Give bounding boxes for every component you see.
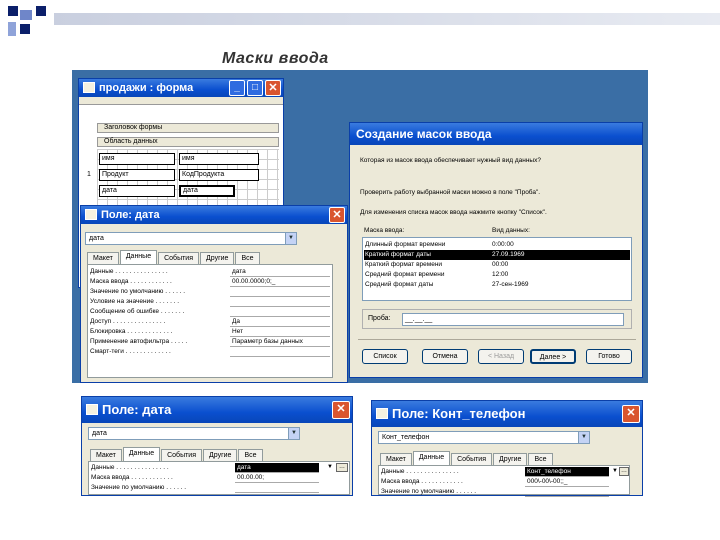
cancel-button[interactable]: Отмена: [422, 349, 468, 364]
next-button[interactable]: Далее >: [530, 349, 576, 364]
tab-data[interactable]: Данные: [412, 451, 451, 465]
property-row[interactable]: Условие на значение . . . . . . .: [88, 297, 332, 307]
list-item[interactable]: Длинный формат времени 0:00:00: [364, 240, 630, 250]
property-row[interactable]: Сообщение об ошибке . . . . . . .: [88, 307, 332, 317]
field-phone-titlebar[interactable]: Поле: Конт_телефон ✕: [372, 401, 642, 427]
property-row[interactable]: Блокировка . . . . . . . . . . . . . Нет: [88, 327, 332, 337]
tab-layout[interactable]: Макет: [380, 453, 412, 465]
list-item[interactable]: Средний формат времени 12:00: [364, 270, 630, 280]
property-sheet: Данные . . . . . . . . . . . . . . . дата…: [88, 461, 350, 495]
tab-all[interactable]: Все: [528, 453, 553, 465]
property-row[interactable]: Смарт-теги . . . . . . . . . . . . .: [88, 347, 332, 357]
property-row[interactable]: Маска ввода . . . . . . . . . . . . 00.00…: [89, 473, 349, 483]
tab-data[interactable]: Данные: [122, 447, 161, 461]
form-control-row[interactable]: Продукт: [99, 169, 175, 181]
wizard-check-text: Проверить работу выбранной маски можно в…: [360, 189, 541, 196]
finish-button[interactable]: Готово: [586, 349, 632, 364]
tab-all[interactable]: Все: [235, 252, 260, 264]
wizard-question: Которая из масок ввода обеспечивает нужн…: [360, 157, 541, 164]
property-row[interactable]: Маска ввода . . . . . . . . . . . . 000\-…: [379, 477, 629, 487]
object-combo[interactable]: дата ▼: [88, 427, 300, 440]
close-button[interactable]: ✕: [329, 207, 345, 223]
tab-other[interactable]: Другие: [493, 453, 528, 465]
tab-all[interactable]: Все: [238, 449, 263, 461]
wizard-titlebar[interactable]: Создание масок ввода: [350, 123, 642, 145]
property-tabs: Макет Данные События Другие Все: [380, 451, 554, 465]
builder-button[interactable]: …: [619, 467, 629, 476]
form-control-row[interactable]: дата: [99, 185, 175, 197]
list-item[interactable]: Средний формат даты 27-сен-1969: [364, 280, 630, 290]
object-combo[interactable]: дата ▼: [85, 232, 297, 245]
close-button[interactable]: ✕: [332, 401, 350, 419]
tab-other[interactable]: Другие: [203, 449, 238, 461]
chevron-down-icon: ▼: [578, 432, 589, 443]
close-button[interactable]: ✕: [265, 80, 281, 96]
minimize-button[interactable]: _: [229, 80, 245, 96]
section-header[interactable]: Заголовок формы: [97, 123, 279, 133]
properties-icon: [85, 209, 97, 220]
tab-layout[interactable]: Макет: [87, 252, 119, 264]
property-tabs: Макет Данные События Другие Все: [90, 447, 264, 461]
field-phone-properties: Поле: Конт_телефон ✕ Конт_телефон ▼ Макет…: [371, 400, 643, 497]
input-mask-wizard: Создание масок ввода Которая из масок вв…: [349, 122, 643, 378]
form-control-row[interactable]: КодПродукта: [179, 169, 259, 181]
chevron-down-icon: ▼: [288, 428, 299, 439]
property-row[interactable]: Значение по умолчанию . . . . . .: [89, 483, 349, 493]
property-row[interactable]: Данные . . . . . . . . . . . . . . . дата: [88, 267, 332, 277]
builder-button[interactable]: …: [336, 463, 348, 472]
row-number: 1: [87, 171, 91, 178]
tab-events[interactable]: События: [161, 449, 203, 461]
try-label: Проба:: [368, 315, 391, 322]
decor-line: [54, 13, 720, 25]
field-date-2-titlebar[interactable]: Поле: дата ✕: [82, 397, 352, 423]
property-row[interactable]: Доступ . . . . . . . . . . . . . . . Да: [88, 317, 332, 327]
field-date-properties: Поле: дата ✕ дата ▼ Макет Данные События …: [80, 205, 348, 383]
list-button[interactable]: Список: [362, 349, 408, 364]
back-button[interactable]: < Назад: [478, 349, 524, 364]
form-control-row[interactable]: дата: [179, 185, 235, 197]
properties-icon: [376, 408, 388, 419]
property-row[interactable]: Данные . . . . . . . . . . . . . . . Конт…: [379, 467, 629, 477]
col-mask-header: Маска ввода:: [364, 227, 405, 234]
form-icon: [83, 82, 95, 93]
properties-icon: [86, 404, 98, 415]
close-button[interactable]: ✕: [622, 405, 640, 423]
field-date-titlebar[interactable]: Поле: дата ✕: [81, 206, 347, 224]
tab-data[interactable]: Данные: [119, 250, 158, 264]
list-item-selected[interactable]: Краткий формат даты 27.09.1969: [364, 250, 630, 260]
maximize-button[interactable]: □: [247, 80, 263, 96]
section-data[interactable]: Область данных: [97, 137, 279, 147]
slide-title: Маски ввода: [222, 50, 329, 67]
col-view-header: Вид данных:: [492, 227, 530, 234]
mask-list[interactable]: Длинный формат времени 0:00:00 Краткий фо…: [362, 237, 632, 301]
form-control-row[interactable]: имя: [99, 153, 175, 165]
property-tabs: Макет Данные События Другие Все: [87, 250, 261, 264]
property-row[interactable]: Маска ввода . . . . . . . . . . . . 00.00…: [88, 277, 332, 287]
tab-events[interactable]: События: [158, 252, 200, 264]
property-sheet: Данные . . . . . . . . . . . . . . . дата…: [87, 264, 333, 378]
property-row[interactable]: Применение автофильтра . . . . . Параметр…: [88, 337, 332, 347]
property-row[interactable]: Значение по умолчанию . . . . . .: [88, 287, 332, 297]
form-window-titlebar[interactable]: продажи : форма _ □ ✕: [79, 79, 283, 97]
form-control-row[interactable]: имя: [179, 153, 259, 165]
decor-squares: [8, 6, 54, 42]
tab-other[interactable]: Другие: [200, 252, 235, 264]
tab-layout[interactable]: Макет: [90, 449, 122, 461]
chevron-down-icon: ▼: [285, 233, 296, 244]
property-sheet: Данные . . . . . . . . . . . . . . . Конт…: [378, 465, 630, 497]
tab-events[interactable]: События: [451, 453, 493, 465]
property-row[interactable]: Значение по умолчанию . . . . . .: [379, 487, 629, 497]
list-item[interactable]: Краткий формат времени 00:00: [364, 260, 630, 270]
wizard-list-text: Для изменения списка масок ввода нажмите…: [360, 209, 547, 216]
object-combo[interactable]: Конт_телефон ▼: [378, 431, 590, 444]
property-row[interactable]: Данные . . . . . . . . . . . . . . . дата: [89, 463, 349, 473]
ruler: [79, 97, 283, 105]
try-input[interactable]: __.__.__: [402, 313, 624, 326]
dropdown-arrow-icon[interactable]: ▼: [325, 463, 335, 472]
separator: [358, 339, 636, 340]
field-date-properties-2: Поле: дата ✕ дата ▼ Макет Данные События …: [81, 396, 353, 496]
dropdown-arrow-icon[interactable]: ▼: [611, 467, 619, 476]
